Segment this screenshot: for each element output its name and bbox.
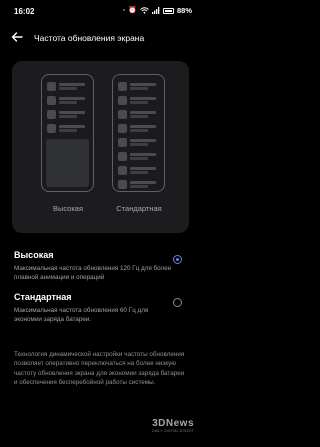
watermark-main: 3DNews <box>152 418 194 429</box>
preview-label-standard: Стандартная <box>116 204 162 213</box>
refresh-rate-preview: Высокая Стандартная <box>12 61 189 233</box>
wifi-icon <box>140 7 149 14</box>
option-high[interactable]: Высокая Максимальная частота обновления … <box>0 250 200 296</box>
page-title: Частота обновления экрана <box>34 33 145 43</box>
phone-preview-standard[interactable] <box>112 74 165 192</box>
watermark-logo: 3DNews DAILY DIGITAL DIGEST <box>152 418 194 433</box>
status-icons: ◦ ⏰ 88% <box>123 6 192 15</box>
alarm-icon: ⏰ <box>128 7 137 14</box>
ring-mode-icon: ◦ <box>122 7 126 14</box>
status-bar: 16:02 ◦ ⏰ 88% <box>0 0 200 22</box>
option-standard-description: Максимальная частота обновления 60 Гц дл… <box>14 307 149 324</box>
battery-percent: 88% <box>176 6 192 15</box>
signal-icon <box>151 7 160 14</box>
arrow-left-icon[interactable] <box>10 30 24 44</box>
phone-preview-high[interactable] <box>41 74 94 192</box>
option-high-radio[interactable] <box>173 255 182 264</box>
option-high-title: Высокая <box>14 250 54 260</box>
battery-icon <box>162 7 174 14</box>
footnote: Технология динамической настройки частот… <box>14 351 185 386</box>
option-standard[interactable]: Стандартная Максимальная частота обновле… <box>0 292 200 338</box>
option-high-description: Максимальная частота обновления 120 Гц д… <box>14 265 172 282</box>
preview-label-high: Высокая <box>52 204 84 213</box>
option-standard-radio[interactable] <box>173 298 182 307</box>
header: Частота обновления экрана <box>0 26 200 50</box>
status-time: 16:02 <box>14 7 35 16</box>
watermark-sub: DAILY DIGITAL DIGEST <box>152 429 194 433</box>
option-standard-title: Стандартная <box>14 292 72 302</box>
